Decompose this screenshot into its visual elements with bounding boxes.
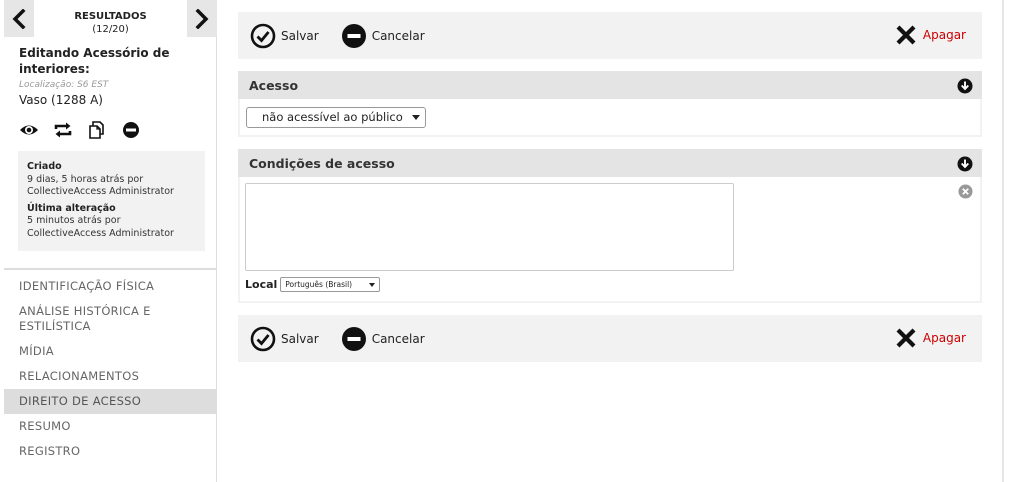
locale-label: Local bbox=[245, 278, 278, 291]
top-control-bar: Salvar Cancelar Apagar bbox=[238, 12, 982, 59]
results-count: (12/20) bbox=[92, 24, 129, 35]
access-bundle-header: Acesso bbox=[238, 71, 982, 99]
conditions-bundle-header: Condições de acesso bbox=[238, 149, 982, 177]
x-mark-icon bbox=[896, 328, 916, 348]
record-name: Vaso (1288 A) bbox=[19, 93, 103, 107]
sidebar-item-identificacao-fisica[interactable]: IDENTIFICAÇÃO FÍSICA bbox=[4, 274, 217, 299]
conditions-bundle: Condições de acesso Local Português (Bra… bbox=[238, 149, 982, 303]
sidebar-item-midia[interactable]: MÍDIA bbox=[4, 339, 217, 364]
checkmark-circle-icon bbox=[250, 23, 276, 48]
record-metadata: Criado 9 dias, 5 horas atrás por Collect… bbox=[18, 151, 205, 251]
delete-label: Apagar bbox=[922, 331, 966, 345]
delete-record-button[interactable] bbox=[121, 121, 141, 139]
created-value: 9 dias, 5 horas atrás por CollectiveAcce… bbox=[27, 173, 174, 198]
cancel-icon bbox=[341, 326, 366, 351]
delete-label: Apagar bbox=[922, 28, 966, 42]
cancel-button[interactable]: Cancelar bbox=[341, 23, 425, 49]
save-label: Salvar bbox=[281, 331, 319, 346]
results-counter: RESULTADOS (12/20) bbox=[34, 0, 187, 40]
access-title: Acesso bbox=[249, 77, 299, 93]
delete-button[interactable]: Apagar bbox=[895, 327, 966, 349]
sidebar-item-analise-historica[interactable]: ANÁLISE HISTÓRICA E ESTILÍSTICA bbox=[4, 299, 217, 339]
x-mark-icon bbox=[896, 25, 916, 45]
eye-icon bbox=[20, 125, 38, 135]
collapse-arrow-icon[interactable] bbox=[957, 156, 973, 172]
previous-result-button[interactable] bbox=[4, 0, 34, 37]
access-select[interactable]: não acessível ao público bbox=[246, 106, 426, 128]
cancel-label: Cancelar bbox=[371, 28, 425, 43]
results-title: RESULTADOS bbox=[74, 11, 147, 22]
results-navigator: RESULTADOS (12/20) bbox=[4, 0, 217, 40]
sidebar-item-registro[interactable]: REGISTRO bbox=[4, 439, 217, 464]
sidebar-item-direito-de-acesso[interactable]: DIREITO DE ACESSO bbox=[4, 389, 217, 414]
record-location: Localização: S6 EST bbox=[19, 80, 109, 90]
conditions-bundle-body: Local Português (Brasil) bbox=[238, 177, 982, 303]
access-bundle: Acesso não acessível ao público bbox=[238, 71, 982, 137]
created-label: Criado bbox=[27, 161, 62, 172]
remove-value-icon[interactable] bbox=[958, 184, 973, 199]
main-content: Salvar Cancelar Apagar Acesso não acessí… bbox=[238, 12, 982, 362]
access-bundle-body: não acessível ao público bbox=[238, 99, 982, 137]
cancel-button[interactable]: Cancelar bbox=[341, 326, 425, 352]
collapse-arrow-icon[interactable] bbox=[957, 78, 973, 94]
delete-button[interactable]: Apagar bbox=[895, 24, 966, 46]
duplicate-button[interactable] bbox=[87, 121, 107, 139]
duplicate-icon bbox=[89, 121, 104, 139]
swap-icon bbox=[54, 122, 72, 138]
sidebar-nav: IDENTIFICAÇÃO FÍSICA ANÁLISE HISTÓRICA E… bbox=[4, 268, 217, 464]
conditions-title: Condições de acesso bbox=[249, 155, 395, 171]
locale-row: Local Português (Brasil) bbox=[245, 277, 381, 292]
sidebar: RESULTADOS (12/20) Editando Acessório de… bbox=[4, 0, 217, 482]
modified-value: 5 minutos atrás por CollectiveAccess Adm… bbox=[27, 215, 174, 239]
record-actions bbox=[19, 121, 141, 139]
remove-icon bbox=[123, 122, 139, 138]
checkmark-circle-icon bbox=[250, 326, 276, 351]
cancel-icon bbox=[341, 23, 366, 48]
bottom-control-bar: Salvar Cancelar Apagar bbox=[238, 315, 982, 362]
view-button[interactable] bbox=[19, 121, 39, 139]
editing-label: Editando Acessório de interiores: bbox=[19, 46, 170, 76]
conditions-textarea[interactable] bbox=[245, 183, 734, 271]
locale-select[interactable]: Português (Brasil) bbox=[280, 277, 381, 292]
locale-selected-value: Português (Brasil) bbox=[285, 280, 353, 289]
sidebar-item-relacionamentos[interactable]: RELACIONAMENTOS bbox=[4, 364, 217, 389]
save-button[interactable]: Salvar bbox=[250, 326, 319, 352]
dropdown-caret-icon bbox=[369, 282, 376, 287]
dropdown-caret-icon bbox=[412, 114, 420, 120]
chevron-right-icon bbox=[195, 8, 209, 29]
chevron-left-icon bbox=[12, 8, 26, 29]
swap-button[interactable] bbox=[53, 121, 73, 139]
save-label: Salvar bbox=[281, 28, 319, 43]
cancel-label: Cancelar bbox=[371, 331, 425, 346]
record-info: Editando Acessório de interiores: Locali… bbox=[19, 45, 209, 107]
modified-label: Última alteração bbox=[27, 202, 116, 214]
next-result-button[interactable] bbox=[187, 0, 217, 37]
access-selected-value: não acessível ao público bbox=[262, 110, 403, 124]
sidebar-item-resumo[interactable]: RESUMO bbox=[4, 414, 217, 439]
save-button[interactable]: Salvar bbox=[250, 23, 319, 49]
page-right-border bbox=[1002, 0, 1004, 482]
